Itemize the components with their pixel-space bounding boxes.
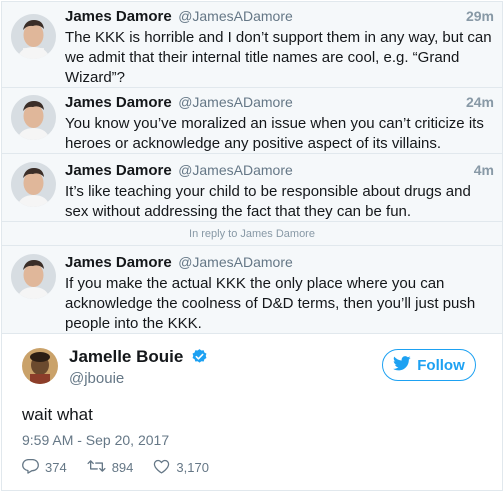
tweet-timestamp[interactable]: 4m [474, 162, 494, 178]
author-handle[interactable]: @jbouie [69, 370, 124, 387]
tweet-timestamp[interactable]: 24m [466, 94, 494, 110]
author-name-text[interactable]: Jamelle Bouie [69, 347, 183, 366]
reply-action[interactable]: 374 [22, 458, 67, 477]
tweet-timestamp[interactable]: 29m [466, 8, 494, 24]
author-handle[interactable]: @JamesADamore [178, 94, 293, 110]
thread-tweet[interactable]: James Damore @JamesADamore 4m It’s like … [2, 154, 502, 222]
retweet-action[interactable]: 894 [87, 458, 134, 477]
like-action[interactable]: 3,170 [153, 458, 209, 477]
thread-tweet[interactable]: James Damore @JamesADamore 24m You know … [2, 88, 502, 154]
tweet-embed: James Damore @JamesADamore 29m The KKK i… [1, 1, 503, 491]
author-name[interactable]: James Damore [65, 162, 172, 179]
verified-badge-icon [191, 348, 208, 370]
tweet-text: wait what [22, 405, 93, 424]
follow-button[interactable]: Follow [382, 349, 476, 381]
tweet-text: If you make the actual KKK the only plac… [65, 275, 476, 332]
heart-icon [153, 459, 170, 477]
avatar[interactable] [22, 348, 58, 384]
author-name[interactable]: James Damore [65, 8, 172, 25]
author-handle[interactable]: @JamesADamore [178, 8, 293, 24]
tweet-text: It’s like teaching your child to be resp… [65, 183, 471, 220]
reply-tweet[interactable]: James Damore @JamesADamore If you make t… [2, 246, 502, 334]
reply-icon [22, 458, 39, 477]
avatar[interactable] [11, 95, 56, 140]
author-handle[interactable]: @JamesADamore [178, 162, 293, 178]
retweet-icon [87, 459, 106, 476]
twitter-bird-icon [393, 355, 411, 375]
tweet-date[interactable]: 9:59 AM - Sep 20, 2017 [22, 432, 169, 448]
in-reply-to-link[interactable]: In reply to James Damore [2, 222, 502, 246]
author-name[interactable]: James Damore [65, 254, 172, 271]
conversation-thread: James Damore @JamesADamore 29m The KKK i… [2, 2, 502, 334]
author-name[interactable]: Jamelle Bouie [69, 347, 208, 370]
avatar[interactable] [11, 162, 56, 207]
tweet-text: The KKK is horrible and I don’t support … [65, 29, 492, 86]
like-count: 3,170 [176, 460, 209, 475]
tweet-text: You know you’ve moralized an issue when … [65, 115, 484, 152]
avatar[interactable] [11, 14, 56, 59]
author-handle[interactable]: @JamesADamore [178, 254, 293, 270]
author-name[interactable]: James Damore [65, 94, 172, 111]
follow-button-label: Follow [417, 356, 465, 374]
tweet-actions: 374 894 3,170 [22, 458, 229, 477]
avatar[interactable] [11, 254, 56, 299]
reply-count: 374 [45, 460, 67, 475]
main-tweet: Jamelle Bouie @jbouie Follow wait what 9… [2, 336, 502, 490]
retweet-count: 894 [111, 460, 134, 475]
thread-tweet[interactable]: James Damore @JamesADamore 29m The KKK i… [2, 2, 502, 88]
